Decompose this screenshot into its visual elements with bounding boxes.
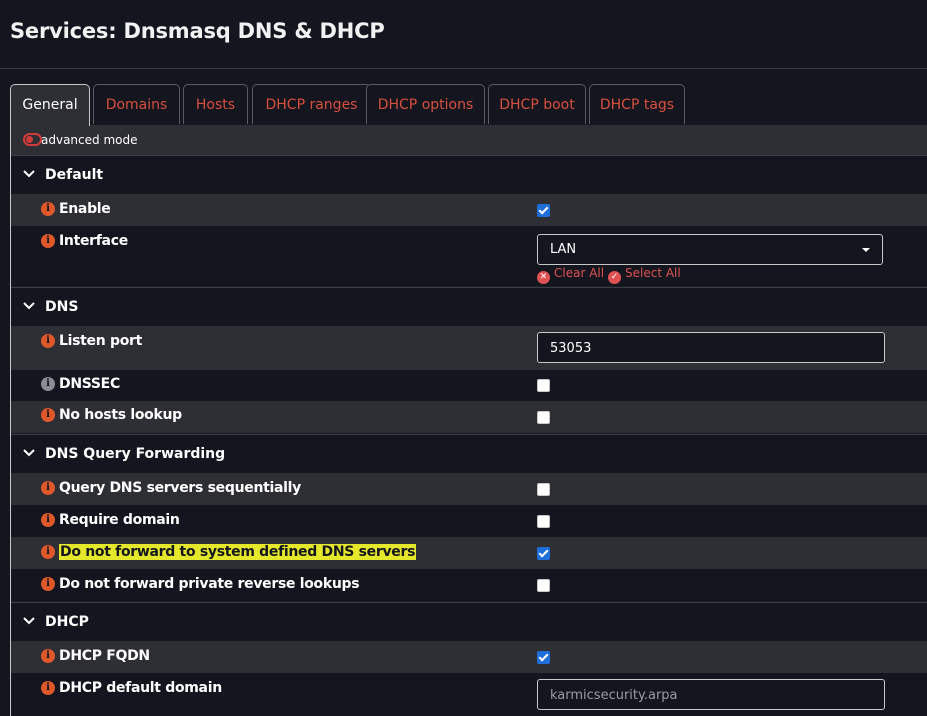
info-icon[interactable]: i [41, 408, 55, 422]
advanced-mode-row: advanced mode [11, 125, 927, 155]
chevron-down-icon [23, 617, 35, 625]
enable-checkbox[interactable] [537, 204, 550, 217]
select-all-button[interactable]: ✓ Select All [608, 266, 681, 284]
page-header: Services: Dnsmasq DNS & DHCP [0, 0, 927, 69]
field-label: DNSSEC [59, 376, 120, 392]
select-all-label: Select All [625, 266, 681, 280]
row-no-private-reverse: i Do not forward private reverse lookups [11, 569, 927, 601]
advanced-mode-label: advanced mode [41, 133, 138, 147]
query-sequentially-checkbox[interactable] [537, 483, 550, 496]
info-icon[interactable]: i [41, 681, 55, 695]
tab-bar: General Domains Hosts DHCP ranges DHCP o… [10, 84, 927, 126]
section-dhcp-header[interactable]: DHCP [11, 602, 927, 641]
field-label: Interface [59, 233, 128, 249]
toggle-knob [26, 136, 33, 143]
info-icon[interactable]: i [41, 377, 55, 391]
row-dnssec: i DNSSEC [11, 370, 927, 401]
row-no-hosts-lookup: i No hosts lookup [11, 401, 927, 433]
listen-port-input[interactable]: 53053 [537, 332, 885, 363]
info-icon[interactable]: i [41, 234, 55, 248]
info-icon[interactable]: i [41, 481, 55, 495]
info-icon[interactable]: i [41, 649, 55, 663]
section-title: DHCP [45, 614, 89, 630]
tab-dhcp-tags[interactable]: DHCP tags [589, 84, 685, 124]
interface-selected-value: LAN [550, 242, 577, 257]
info-icon[interactable]: i [41, 202, 55, 216]
field-label: Do not forward private reverse lookups [59, 576, 360, 592]
section-dns-header[interactable]: DNS [11, 287, 927, 326]
section-title: DNS Query Forwarding [45, 446, 226, 462]
info-icon[interactable]: i [41, 513, 55, 527]
chevron-down-icon [23, 170, 35, 178]
caret-down-icon [862, 248, 870, 252]
clear-all-label: Clear All [554, 266, 605, 280]
info-icon[interactable]: i [41, 334, 55, 348]
row-dhcp-fqdn: i DHCP FQDN [11, 641, 927, 673]
row-enable: i Enable [11, 194, 927, 226]
clear-all-button[interactable]: ✕ Clear All [537, 266, 604, 284]
row-listen-port: i Listen port 53053 [11, 326, 927, 370]
chevron-down-icon [23, 302, 35, 310]
info-icon[interactable]: i [41, 577, 55, 591]
field-label: Query DNS servers sequentially [59, 480, 301, 496]
row-query-sequentially: i Query DNS servers sequentially [11, 473, 927, 505]
info-icon[interactable]: i [41, 545, 55, 559]
tab-hosts[interactable]: Hosts [183, 84, 248, 124]
settings-form: advanced mode Default i Enable i Interfa… [10, 125, 927, 716]
section-default-header[interactable]: Default [11, 155, 927, 194]
field-label: Enable [59, 201, 111, 217]
no-private-reverse-checkbox[interactable] [537, 579, 550, 592]
section-dns-query-forwarding-header[interactable]: DNS Query Forwarding [11, 434, 927, 473]
row-interface: i Interface LAN ✕ Clear All ✓ Select All [11, 226, 927, 286]
row-no-system-dns: i Do not forward to system defined DNS s… [11, 537, 927, 569]
x-circle-icon: ✕ [537, 271, 550, 284]
field-label: DHCP default domain [59, 680, 222, 696]
listen-port-value: 53053 [550, 341, 592, 356]
dnssec-checkbox[interactable] [537, 379, 550, 392]
tab-general[interactable]: General [10, 84, 90, 126]
row-require-domain: i Require domain [11, 505, 927, 537]
field-label: No hosts lookup [59, 407, 182, 423]
interface-select[interactable]: LAN [537, 234, 883, 265]
field-label: Listen port [59, 333, 143, 349]
row-dhcp-default-domain: i DHCP default domain karmicsecurity.arp… [11, 673, 927, 716]
dhcp-default-domain-input[interactable]: karmicsecurity.arpa [537, 679, 885, 710]
advanced-mode-toggle[interactable] [23, 133, 42, 146]
tab-domains[interactable]: Domains [93, 84, 180, 124]
no-system-dns-checkbox[interactable] [537, 547, 550, 560]
section-title: DNS [45, 299, 79, 315]
chevron-down-icon [23, 449, 35, 457]
section-title: Default [45, 167, 104, 183]
no-hosts-lookup-checkbox[interactable] [537, 411, 550, 424]
check-circle-icon: ✓ [608, 271, 621, 284]
dhcp-default-domain-placeholder: karmicsecurity.arpa [550, 688, 678, 703]
page-title: Services: Dnsmasq DNS & DHCP [10, 19, 385, 43]
tab-dhcp-options[interactable]: DHCP options [366, 84, 485, 124]
field-label: Do not forward to system defined DNS ser… [59, 544, 417, 560]
tab-dhcp-boot[interactable]: DHCP boot [488, 84, 586, 124]
field-label: DHCP FQDN [59, 648, 150, 664]
dhcp-fqdn-checkbox[interactable] [537, 651, 550, 664]
require-domain-checkbox[interactable] [537, 515, 550, 528]
field-label: Require domain [59, 512, 180, 528]
tab-dhcp-ranges[interactable]: DHCP ranges [252, 84, 371, 124]
